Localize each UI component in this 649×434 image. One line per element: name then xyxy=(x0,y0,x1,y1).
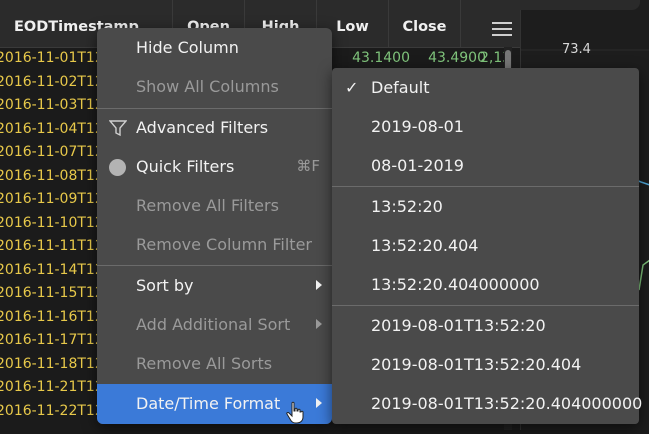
format-option-time-nanos[interactable]: 13:52:20.404000000 xyxy=(332,265,639,304)
format-option-time-millis[interactable]: 13:52:20.404 xyxy=(332,226,639,265)
date-time-format-submenu: ✓ Default 2019-08-01 08-01-2019 13:52:20… xyxy=(332,68,642,424)
format-option-time-seconds[interactable]: 13:52:20 xyxy=(332,187,639,226)
column-context-menu: Hide Column Show All Columns Advanced Fi… xyxy=(97,28,332,424)
menu-item-show-all-columns: Show All Columns xyxy=(136,77,279,96)
menu-item-hide-column[interactable]: Hide Column xyxy=(97,28,332,67)
checkmark-icon: ✓ xyxy=(345,78,359,97)
format-option-datetime-nanos[interactable]: 2019-08-01T13:52:20.404000000 xyxy=(332,384,642,423)
format-option-date-iso[interactable]: 2019-08-01 xyxy=(332,107,639,146)
close-cell: 43.4900 xyxy=(428,50,486,66)
format-option-date-us[interactable]: 08-01-2019 xyxy=(332,146,639,185)
format-option-default[interactable]: ✓ Default xyxy=(332,68,639,107)
format-option-datetime-seconds[interactable]: 2019-08-01T13:52:20 xyxy=(332,306,639,345)
chart-toolbar xyxy=(520,0,640,10)
shortcut-label: ⌘F xyxy=(296,157,320,175)
menu-item-sort-by[interactable]: Sort by xyxy=(97,266,332,305)
submenu-arrow-icon xyxy=(316,319,322,329)
quick-filter-dot-icon xyxy=(109,159,126,176)
menu-item-remove-all-filters: Remove All Filters xyxy=(136,196,279,215)
menu-item-quick-filters[interactable]: Quick Filters ⌘F xyxy=(97,147,332,186)
menu-item-remove-column-filter: Remove Column Filter xyxy=(136,235,312,254)
menu-item-advanced-filters[interactable]: Advanced Filters xyxy=(97,108,332,147)
format-option-datetime-millis[interactable]: 2019-08-01T13:52:20.404 xyxy=(332,345,639,384)
filter-icon xyxy=(109,120,127,137)
hand-cursor-icon xyxy=(286,401,304,424)
submenu-arrow-icon xyxy=(316,398,322,408)
menu-item-add-additional-sort: Add Additional Sort xyxy=(97,305,332,344)
submenu-arrow-icon xyxy=(316,280,322,290)
column-header-close[interactable]: Close xyxy=(388,0,460,47)
menu-item-remove-all-sorts: Remove All Sorts xyxy=(136,354,273,373)
column-menu-icon[interactable] xyxy=(492,22,512,38)
y-axis-tick: 73.4 xyxy=(562,42,591,57)
